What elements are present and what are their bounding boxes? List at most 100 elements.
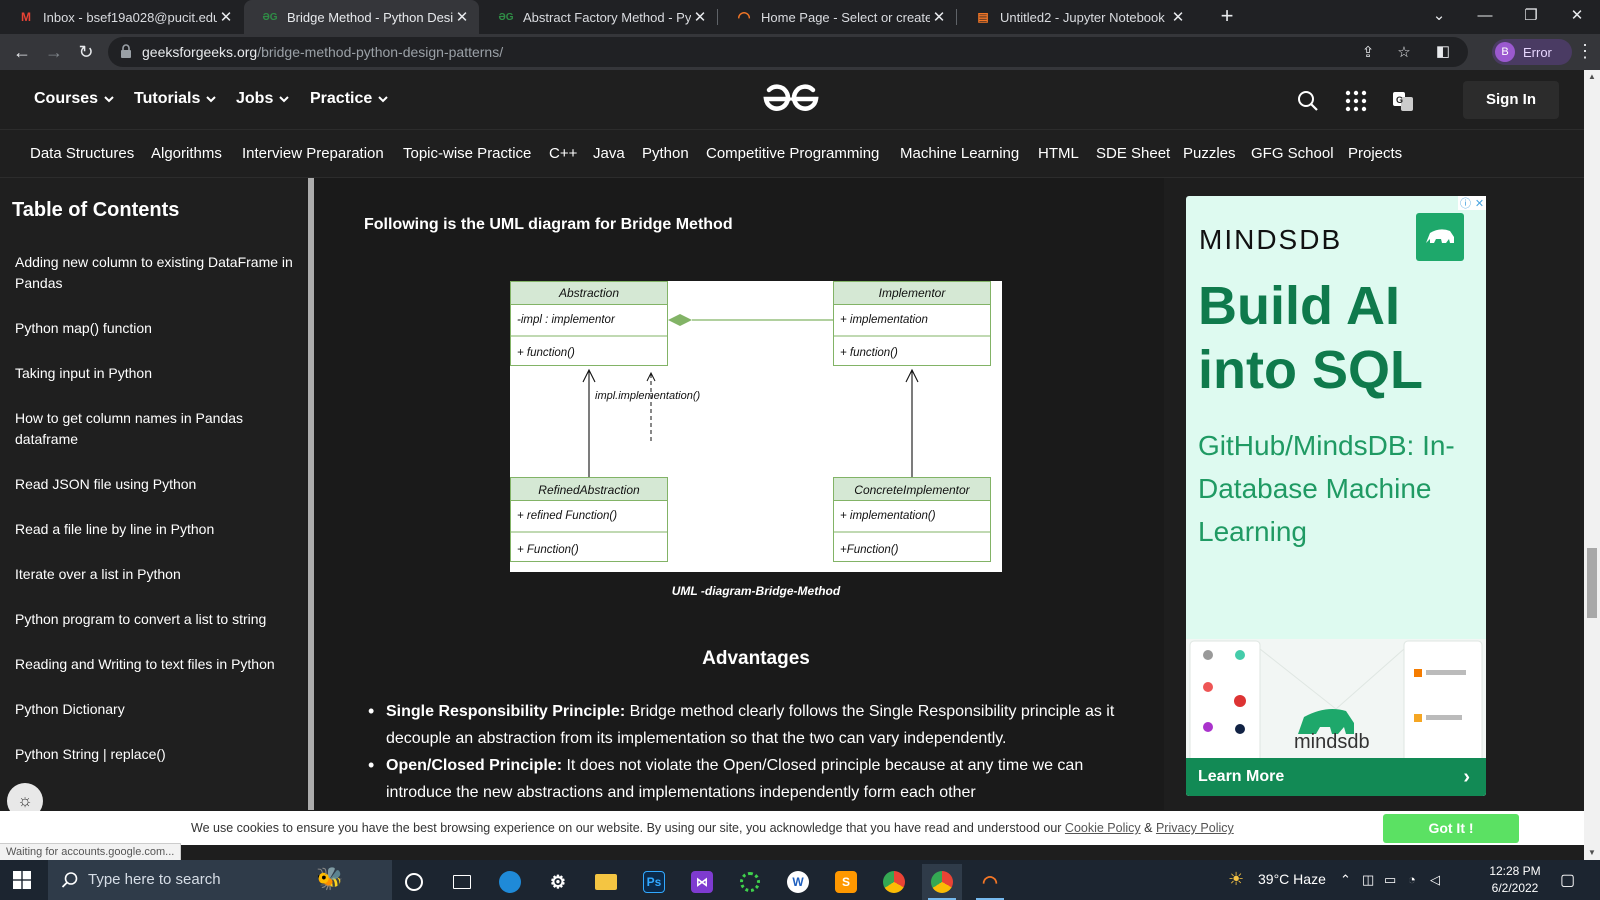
topic-data-structures[interactable]: Data Structures	[30, 145, 134, 162]
apps-grid-icon[interactable]	[1345, 90, 1367, 112]
menu-label: Jobs	[236, 90, 274, 107]
windows-start-icon[interactable]	[13, 871, 31, 889]
tab-jupyter-notebook[interactable]: ▤ Untitled2 - Jupyter Notebook ✕	[957, 0, 1195, 34]
share-icon[interactable]: ⇪	[1358, 43, 1378, 63]
side-panel-icon[interactable]: ◧	[1433, 42, 1453, 62]
toc-item[interactable]: Reading and Writing to text files in Pyt…	[15, 654, 295, 675]
page-scrollbar[interactable]: ▲ ▼	[1584, 70, 1600, 860]
tab-gmail[interactable]: M Inbox - bsef19a028@pucit.edu.pk ✕	[0, 0, 243, 34]
topic-puzzles[interactable]: Puzzles	[1183, 145, 1236, 162]
taskbar-search-box[interactable]: Type here to search 🐝	[48, 860, 392, 900]
bookmark-star-icon[interactable]: ☆	[1394, 43, 1414, 63]
toc-item[interactable]: Taking input in Python	[15, 363, 295, 384]
topic-java[interactable]: Java	[593, 145, 625, 162]
close-tab-icon[interactable]: ✕	[217, 8, 235, 26]
ad-choices-close[interactable]: ⓘ ✕	[1458, 196, 1486, 210]
uml-diagram: Abstraction -impl : implementor + functi…	[510, 281, 1002, 572]
topic-machine-learning[interactable]: Machine Learning	[900, 145, 1019, 162]
chevron-up-icon[interactable]: ⌃	[1340, 872, 1351, 888]
browser-menu-icon[interactable]: ⋮	[1576, 41, 1594, 63]
visual-studio-icon[interactable]: ⋈	[682, 864, 722, 900]
system-clock[interactable]: 12:28 PM 6/2/2022	[1485, 863, 1545, 897]
wifi-icon[interactable]: ◔	[1408, 872, 1416, 887]
ad-learn-more-button[interactable]: Learn More ›	[1186, 758, 1486, 796]
toc-item[interactable]: Read a file line by line in Python	[15, 519, 295, 540]
scroll-up-arrow-icon[interactable]: ▲	[1584, 70, 1600, 84]
toc-item[interactable]: How to get column names in Pandas datafr…	[15, 408, 295, 450]
page-scrollbar-thumb[interactable]	[1587, 548, 1597, 618]
forward-button[interactable]: →	[42, 40, 66, 64]
cookie-policy-link[interactable]: Cookie Policy	[1065, 821, 1141, 835]
privacy-policy-link[interactable]: Privacy Policy	[1156, 821, 1234, 835]
topic-interview-preparation[interactable]: Interview Preparation	[242, 145, 384, 162]
tab-search-chevron-icon[interactable]: ⌄	[1416, 0, 1462, 34]
camera-icon[interactable]: ◫	[1362, 872, 1374, 888]
chrome-icon[interactable]	[874, 864, 914, 900]
toc-item[interactable]: Iterate over a list in Python	[15, 564, 295, 585]
menu-jobs[interactable]: Jobs	[236, 90, 290, 108]
close-tab-icon[interactable]: ✕	[453, 8, 471, 26]
close-tab-icon[interactable]: ✕	[691, 8, 709, 26]
address-bar[interactable]: geeksforgeeks.org/bridge-method-python-d…	[108, 37, 1468, 67]
topic-sde-sheet[interactable]: SDE Sheet	[1096, 145, 1170, 162]
topic-cpp[interactable]: C++	[549, 145, 577, 162]
accept-cookies-button[interactable]: Got It !	[1383, 814, 1519, 843]
topic-wise-practice[interactable]: Topic-wise Practice	[403, 145, 531, 162]
close-icon[interactable]: ✕	[1475, 197, 1484, 210]
toc-item[interactable]: Read JSON file using Python	[15, 474, 295, 495]
restore-button[interactable]: ❐	[1508, 0, 1554, 34]
task-view-icon[interactable]	[442, 864, 482, 900]
tab-jupyter-home[interactable]: ◠ Home Page - Select or create a noteboo…	[718, 0, 956, 34]
weather-text[interactable]: 39°C Haze	[1258, 871, 1326, 887]
toc-item[interactable]: Python program to convert a list to stri…	[15, 609, 295, 630]
file-explorer-icon[interactable]	[586, 864, 626, 900]
search-highlight-icon: 🐝	[316, 866, 344, 891]
notification-icon[interactable]: ▢	[1560, 870, 1575, 890]
close-window-button[interactable]: ✕	[1554, 0, 1600, 34]
settings-icon[interactable]: ⚙	[538, 864, 578, 900]
topic-gfg-school[interactable]: GFG School	[1251, 145, 1334, 162]
pycharm-loading-icon[interactable]	[730, 864, 770, 900]
toc-item[interactable]: Python map() function	[15, 318, 295, 339]
search-icon[interactable]	[1297, 90, 1319, 112]
minimize-button[interactable]: —	[1462, 0, 1508, 34]
reload-button[interactable]: ↻	[74, 40, 98, 64]
new-tab-button[interactable]: +	[1214, 4, 1240, 30]
tab-abstract-factory[interactable]: ƏG Abstract Factory Method - Python ✕	[480, 0, 717, 34]
translate-icon[interactable]: G	[1392, 90, 1414, 112]
chrome-profile-icon[interactable]	[922, 864, 962, 900]
jupyter-taskbar-icon[interactable]: ◠	[970, 864, 1010, 900]
word-icon[interactable]: W	[778, 864, 818, 900]
topic-python[interactable]: Python	[642, 145, 689, 162]
toc-item[interactable]: Python String | replace()	[15, 744, 295, 765]
gfg-logo[interactable]	[762, 82, 820, 116]
topic-projects[interactable]: Projects	[1348, 145, 1402, 162]
advertisement[interactable]: MINDSDB Build AI into SQL GitHub/MindsDB…	[1186, 196, 1486, 796]
toc-item[interactable]: Adding new column to existing DataFrame …	[15, 252, 295, 294]
sign-in-button[interactable]: Sign In	[1463, 81, 1559, 119]
uml-class-refined-abstraction: RefinedAbstraction + refined Function() …	[510, 477, 668, 562]
topic-algorithms[interactable]: Algorithms	[151, 145, 222, 162]
ad-info-icon[interactable]: ⓘ	[1460, 195, 1471, 211]
topic-html[interactable]: HTML	[1038, 145, 1079, 162]
ad-subtitle: GitHub/MindsDB: In-Database Machine Lear…	[1198, 430, 1455, 547]
ad-logo-text: mindsdb	[1294, 731, 1370, 753]
tab-bridge-method[interactable]: ƏG Bridge Method - Python Design Pattern…	[244, 0, 479, 34]
volume-icon[interactable]: ◁	[1430, 872, 1440, 888]
toc-item[interactable]: Python Dictionary	[15, 699, 295, 720]
scroll-down-arrow-icon[interactable]: ▼	[1584, 846, 1600, 860]
close-tab-icon[interactable]: ✕	[1169, 8, 1187, 26]
weather-icon[interactable]: ☀	[1228, 869, 1244, 890]
battery-icon[interactable]: ▭	[1384, 872, 1396, 888]
close-tab-icon[interactable]: ✕	[930, 8, 948, 26]
menu-practice[interactable]: Practice	[310, 90, 388, 108]
edge-icon[interactable]	[490, 864, 530, 900]
menu-tutorials[interactable]: Tutorials	[134, 90, 217, 108]
cortana-icon[interactable]	[394, 864, 434, 900]
back-button[interactable]: ←	[10, 40, 34, 64]
photoshop-icon[interactable]: Ps	[634, 864, 674, 900]
topic-competitive-programming[interactable]: Competitive Programming	[706, 145, 879, 162]
profile-button[interactable]: B Error	[1492, 39, 1572, 65]
sublime-text-icon[interactable]: S	[826, 864, 866, 900]
menu-courses[interactable]: Courses	[34, 90, 114, 108]
